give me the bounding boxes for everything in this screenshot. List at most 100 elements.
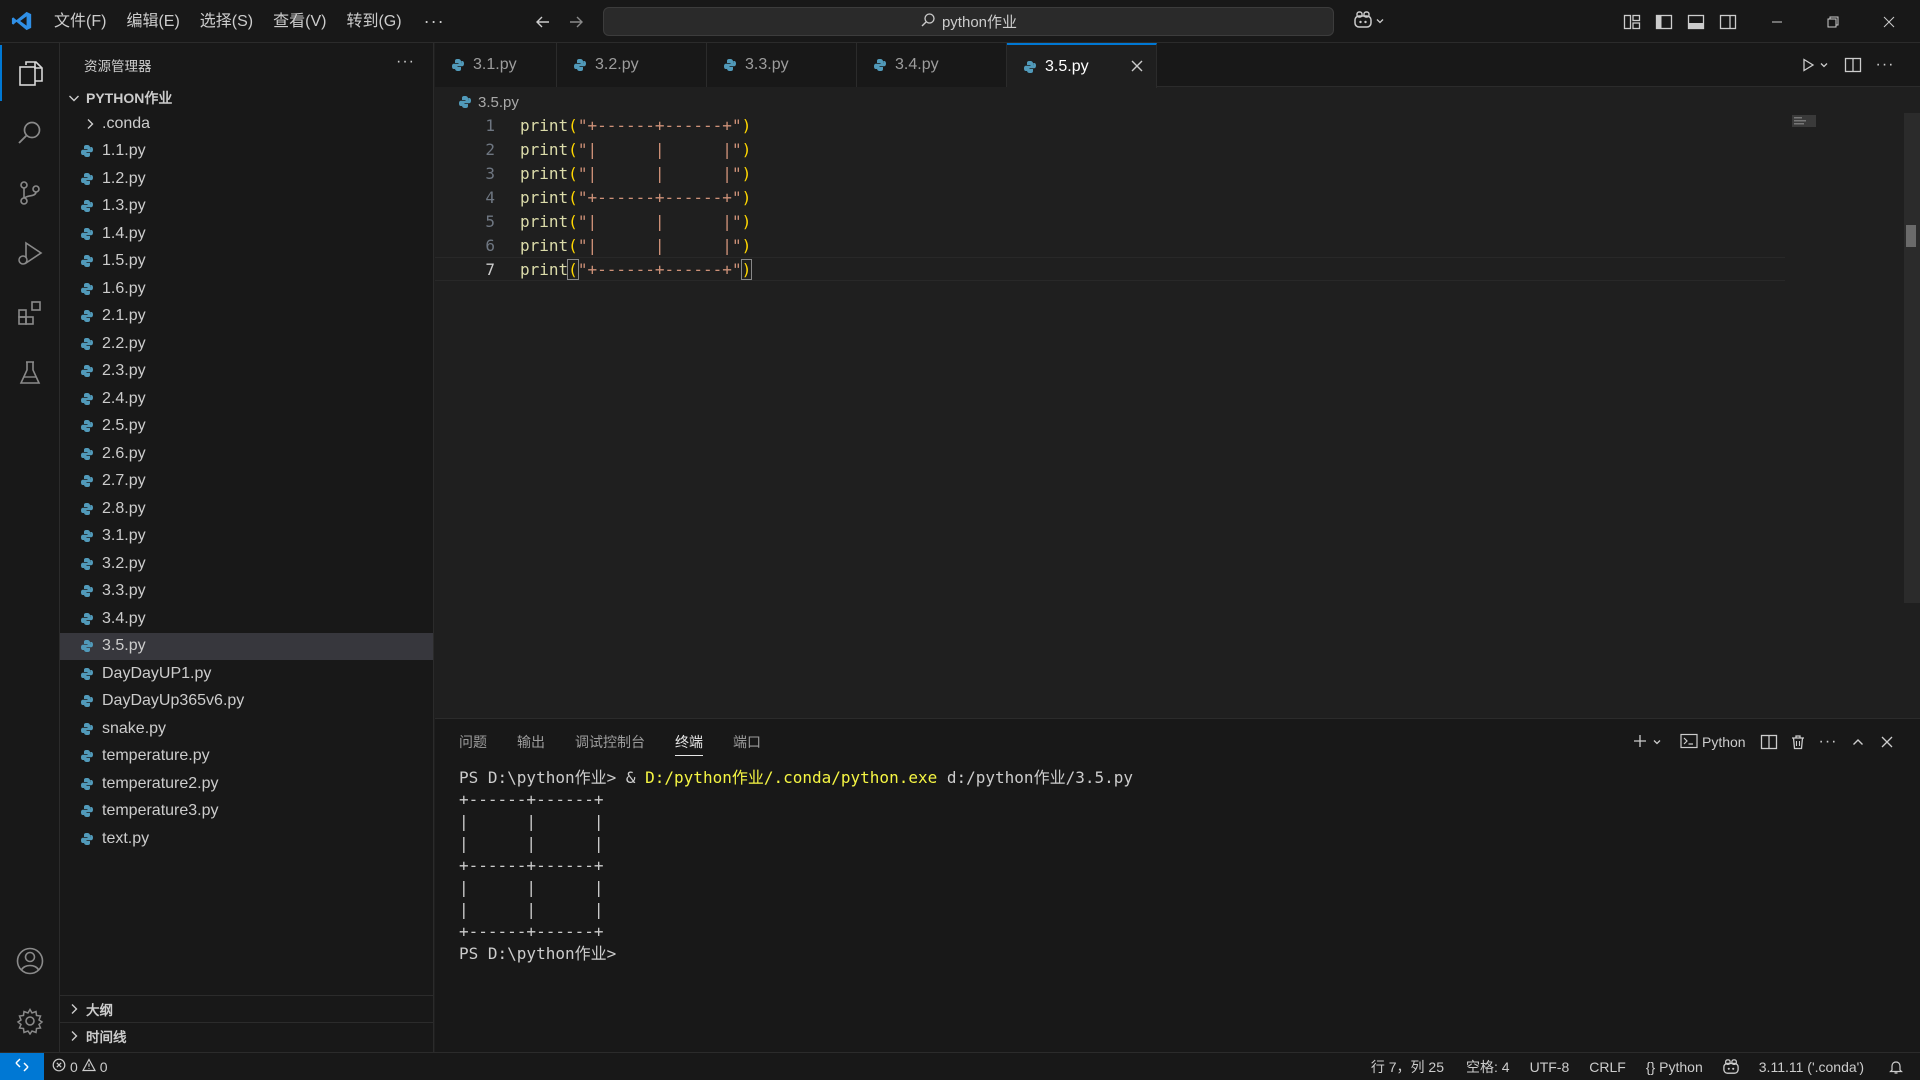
maximize-panel-chevron-up-icon[interactable] [1847,730,1869,754]
run-debug-icon[interactable] [0,225,60,281]
encoding-status[interactable]: UTF-8 [1522,1053,1582,1080]
tree-file-item[interactable]: snake.py [60,715,433,743]
back-arrow-icon[interactable] [529,8,557,36]
breadcrumb-file[interactable]: 3.5.py [478,94,519,111]
menu-go[interactable]: 转到(G) [336,0,411,43]
menu-edit[interactable]: 编辑(E) [116,0,189,43]
code-line[interactable]: 3 print("| | |") [435,161,1785,185]
code-line[interactable]: 5 print("| | |") [435,209,1785,233]
tree-file-item[interactable]: 3.1.py [60,523,433,551]
tree-file-item[interactable]: temperature2.py [60,770,433,798]
terminal-output[interactable]: PS D:\python作业> & D:/python作业/.conda/pyt… [459,767,1133,965]
code-line[interactable]: 4 print("+------+------+") [435,185,1785,209]
tree-file-item[interactable]: 2.5.py [60,413,433,441]
minimize-icon[interactable] [1749,0,1805,43]
editor-scrollbar[interactable] [1904,113,1920,603]
tree-file-item[interactable]: temperature3.py [60,798,433,826]
split-terminal-icon[interactable] [1758,730,1780,754]
forward-arrow-icon[interactable] [562,8,590,36]
tree-file-item[interactable]: 1.3.py [60,193,433,221]
panel-tab-ports[interactable]: 端口 [733,719,761,765]
copilot-button[interactable] [1349,9,1389,35]
editor-tab[interactable]: 3.5.py [1007,43,1157,88]
tree-file-item[interactable]: 2.6.py [60,440,433,468]
close-window-icon[interactable] [1861,0,1917,43]
language-mode-status[interactable]: {} Python [1638,1053,1711,1080]
tree-file-item[interactable]: 2.2.py [60,330,433,358]
tree-file-item[interactable]: 1.1.py [60,138,433,166]
tree-file-item[interactable]: 3.5.py [60,632,433,660]
tree-file-item[interactable]: 2.3.py [60,358,433,386]
explorer-more-button[interactable]: ··· [396,53,415,71]
extensions-icon[interactable] [0,285,60,341]
split-editor-icon[interactable] [1840,52,1866,78]
outline-section-header[interactable]: 大纲 [60,995,434,1022]
new-terminal-button[interactable] [1632,730,1662,754]
close-panel-icon[interactable] [1876,730,1898,754]
editor-more-actions-button[interactable]: ··· [1872,52,1898,78]
account-icon[interactable] [0,933,60,989]
tree-file-item[interactable]: 2.1.py [60,303,433,331]
cursor-position-status[interactable]: 行 7，列 25 [1363,1053,1458,1080]
python-interpreter-status[interactable]: 3.11.11 ('.conda') [1751,1053,1880,1080]
tree-file-item[interactable]: 1.6.py [60,275,433,303]
panel-tab-problems[interactable]: 问题 [459,719,487,765]
source-control-icon[interactable] [0,165,60,221]
toggle-primary-sidebar-icon[interactable] [1651,9,1677,35]
indentation-status[interactable]: 空格: 4 [1458,1053,1522,1080]
panel-tab-terminal[interactable]: 终端 [675,719,703,765]
tree-file-item[interactable]: text.py [60,825,433,853]
code-line[interactable]: 6 print("| | |") [435,233,1785,257]
terminal-profile-button[interactable]: Python [1680,730,1746,754]
menu-view[interactable]: 查看(V) [263,0,336,43]
tree-file-item[interactable]: 3.3.py [60,578,433,606]
tree-file-item[interactable]: 1.5.py [60,248,433,276]
tree-file-item[interactable]: temperature.py [60,743,433,771]
restore-icon[interactable] [1805,0,1861,43]
close-tab-icon[interactable] [1128,57,1146,75]
menu-selection[interactable]: 选择(S) [190,0,263,43]
problems-status[interactable]: 0 0 [44,1053,116,1080]
editor-tab[interactable]: 3.2.py [557,43,707,87]
toggle-panel-icon[interactable] [1683,9,1709,35]
notifications-bell-icon[interactable] [1880,1053,1920,1080]
remote-window-button[interactable] [0,1052,44,1080]
tree-file-item[interactable]: 1.2.py [60,165,433,193]
editor-scrollbar-thumb[interactable] [1906,225,1916,247]
tree-file-item[interactable]: DayDayUp365v6.py [60,688,433,716]
eol-status[interactable]: CRLF [1581,1053,1638,1080]
trash-icon[interactable] [1787,730,1809,754]
editor-tab[interactable]: 3.1.py [435,43,557,87]
workspace-folder-header[interactable]: PYTHON作业 [60,86,433,110]
tree-folder-conda[interactable]: .conda [60,110,433,138]
run-dropdown-chevron-icon[interactable] [1816,52,1832,78]
command-center-search[interactable]: python作业 [603,7,1334,36]
tree-file-item[interactable]: DayDayUP1.py [60,660,433,688]
timeline-section-header[interactable]: 时间线 [60,1022,434,1049]
copilot-status-icon[interactable] [1711,1053,1751,1080]
tree-file-item[interactable]: 2.4.py [60,385,433,413]
code-editor[interactable]: 1 print("+------+------+") 2 print("| | |")… [435,113,1905,718]
explorer-icon[interactable] [0,45,60,101]
code-line[interactable]: 2 print("| | |") [435,137,1785,161]
panel-more-actions-button[interactable]: ··· [1816,730,1840,754]
code-line[interactable]: 7 print("+------+------+") [435,257,1785,281]
customize-layout-icon[interactable] [1619,9,1645,35]
menu-more-button[interactable]: ··· [412,0,457,43]
breadcrumb[interactable]: 3.5.py [458,91,519,113]
panel-tab-output[interactable]: 输出 [517,719,545,765]
tree-file-item[interactable]: 3.2.py [60,550,433,578]
tree-file-item[interactable]: 1.4.py [60,220,433,248]
editor-tab[interactable]: 3.4.py [857,43,1007,87]
tree-file-item[interactable]: 3.4.py [60,605,433,633]
toggle-secondary-sidebar-icon[interactable] [1715,9,1741,35]
tree-file-item[interactable]: 2.7.py [60,468,433,496]
testing-flask-icon[interactable] [0,345,60,401]
editor-tab[interactable]: 3.3.py [707,43,857,87]
settings-gear-icon[interactable] [0,993,60,1049]
search-view-icon[interactable] [0,105,60,161]
tree-file-item[interactable]: 2.8.py [60,495,433,523]
panel-tab-debug-console[interactable]: 调试控制台 [575,719,645,765]
menu-file[interactable]: 文件(F) [44,0,116,43]
code-line[interactable]: 1 print("+------+------+") [435,113,1785,137]
